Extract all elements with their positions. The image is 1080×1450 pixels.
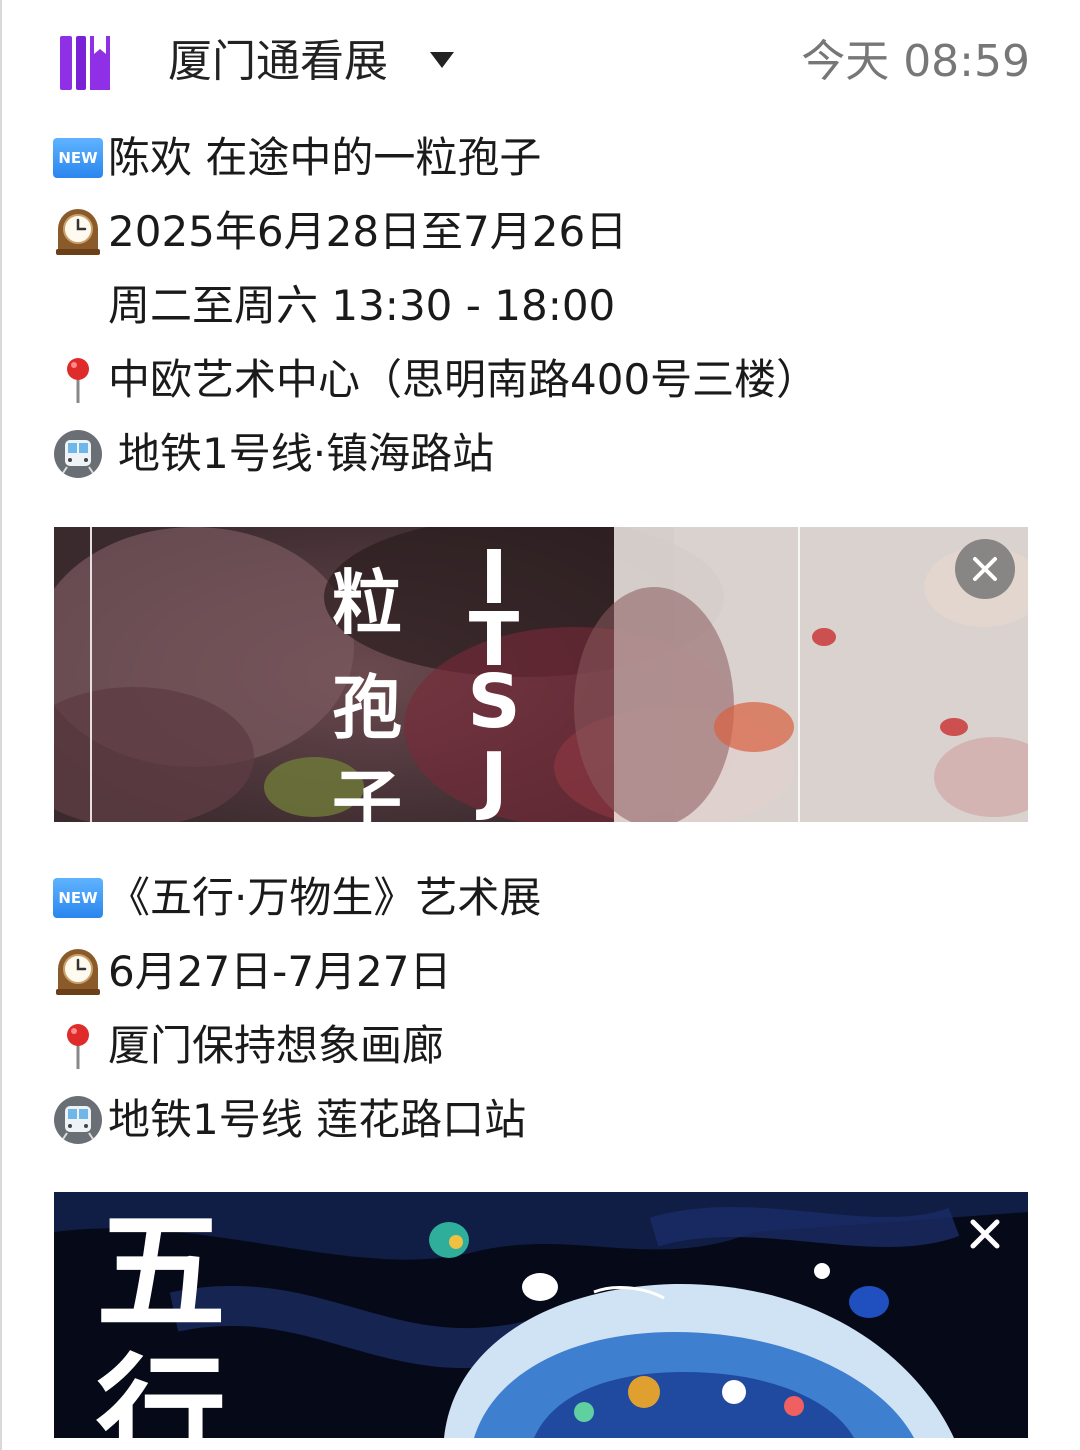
close-icon[interactable] <box>955 1204 1015 1264</box>
banner-char: 子 <box>332 761 402 822</box>
close-icon[interactable] <box>955 539 1015 599</box>
post-date: 6月27日-7月27日 <box>108 947 452 996</box>
post-date-line: 6月27日-7月27日 <box>52 944 452 1000</box>
app-logo-icon[interactable] <box>60 36 110 90</box>
post-date-line: 2025年6月28日至7月26日 <box>52 204 627 260</box>
new-badge-icon: NEW <box>52 132 104 184</box>
left-edge <box>0 0 2 1450</box>
new-badge-icon: NEW <box>52 872 104 924</box>
banner-title-cn: 五 行 <box>96 1195 226 1438</box>
post-location: 厦门保持想象画廊 <box>108 1021 445 1070</box>
metro-icon <box>52 1094 104 1146</box>
header: 厦门通看展 今天 08:59 <box>0 0 1080 120</box>
post-hours-line: 周二至周六 13:30 - 18:00 <box>108 278 615 334</box>
exhibition-banner[interactable]: 五 行 <box>54 1192 1028 1438</box>
app-title[interactable]: 厦门通看展 <box>168 34 388 90</box>
post-location-line: 中欧艺术中心（思明南路400号三楼） <box>52 352 818 408</box>
banner-char: J <box>475 737 508 822</box>
banner-char: 一 <box>332 527 402 564</box>
metro-icon <box>52 428 104 480</box>
exhibition-banner[interactable]: 一 粒 孢 子 I T S J <box>54 527 1028 822</box>
post-title-line: NEW 《五行·万物生》艺术展 <box>52 870 541 926</box>
banner-title-cn: 一 粒 孢 子 <box>332 527 402 822</box>
round-pushpin-icon <box>52 354 104 406</box>
banner-char: 孢 <box>332 666 402 749</box>
post-location-line: 厦门保持想象画廊 <box>52 1018 444 1074</box>
post-metro-line: 地铁1号线·镇海路站 <box>52 426 494 482</box>
post-title: 陈欢 在途中的一粒孢子 <box>108 133 542 182</box>
banner-char: 粒 <box>332 561 402 644</box>
post-location: 中欧艺术中心（思明南路400号三楼） <box>108 355 819 404</box>
post-title-line: NEW 陈欢 在途中的一粒孢子 <box>52 130 541 186</box>
banner-char: S <box>467 659 520 745</box>
chevron-down-icon[interactable] <box>428 48 456 72</box>
post-hours: 周二至周六 13:30 - 18:00 <box>108 281 616 330</box>
banner-char: 行 <box>96 1340 226 1438</box>
post-metro-line: 地铁1号线 莲花路口站 <box>52 1092 526 1148</box>
banner-char: 五 <box>96 1195 226 1348</box>
timestamp: 今天 08:59 <box>801 36 1030 87</box>
round-pushpin-icon <box>52 1020 104 1072</box>
mantel-clock-icon <box>52 206 104 258</box>
mantel-clock-icon <box>52 946 104 998</box>
post-metro: 地铁1号线 莲花路口站 <box>108 1095 527 1144</box>
post-date: 2025年6月28日至7月26日 <box>108 207 628 256</box>
post-metro: 地铁1号线·镇海路站 <box>118 429 495 478</box>
post-title: 《五行·万物生》艺术展 <box>108 873 542 922</box>
